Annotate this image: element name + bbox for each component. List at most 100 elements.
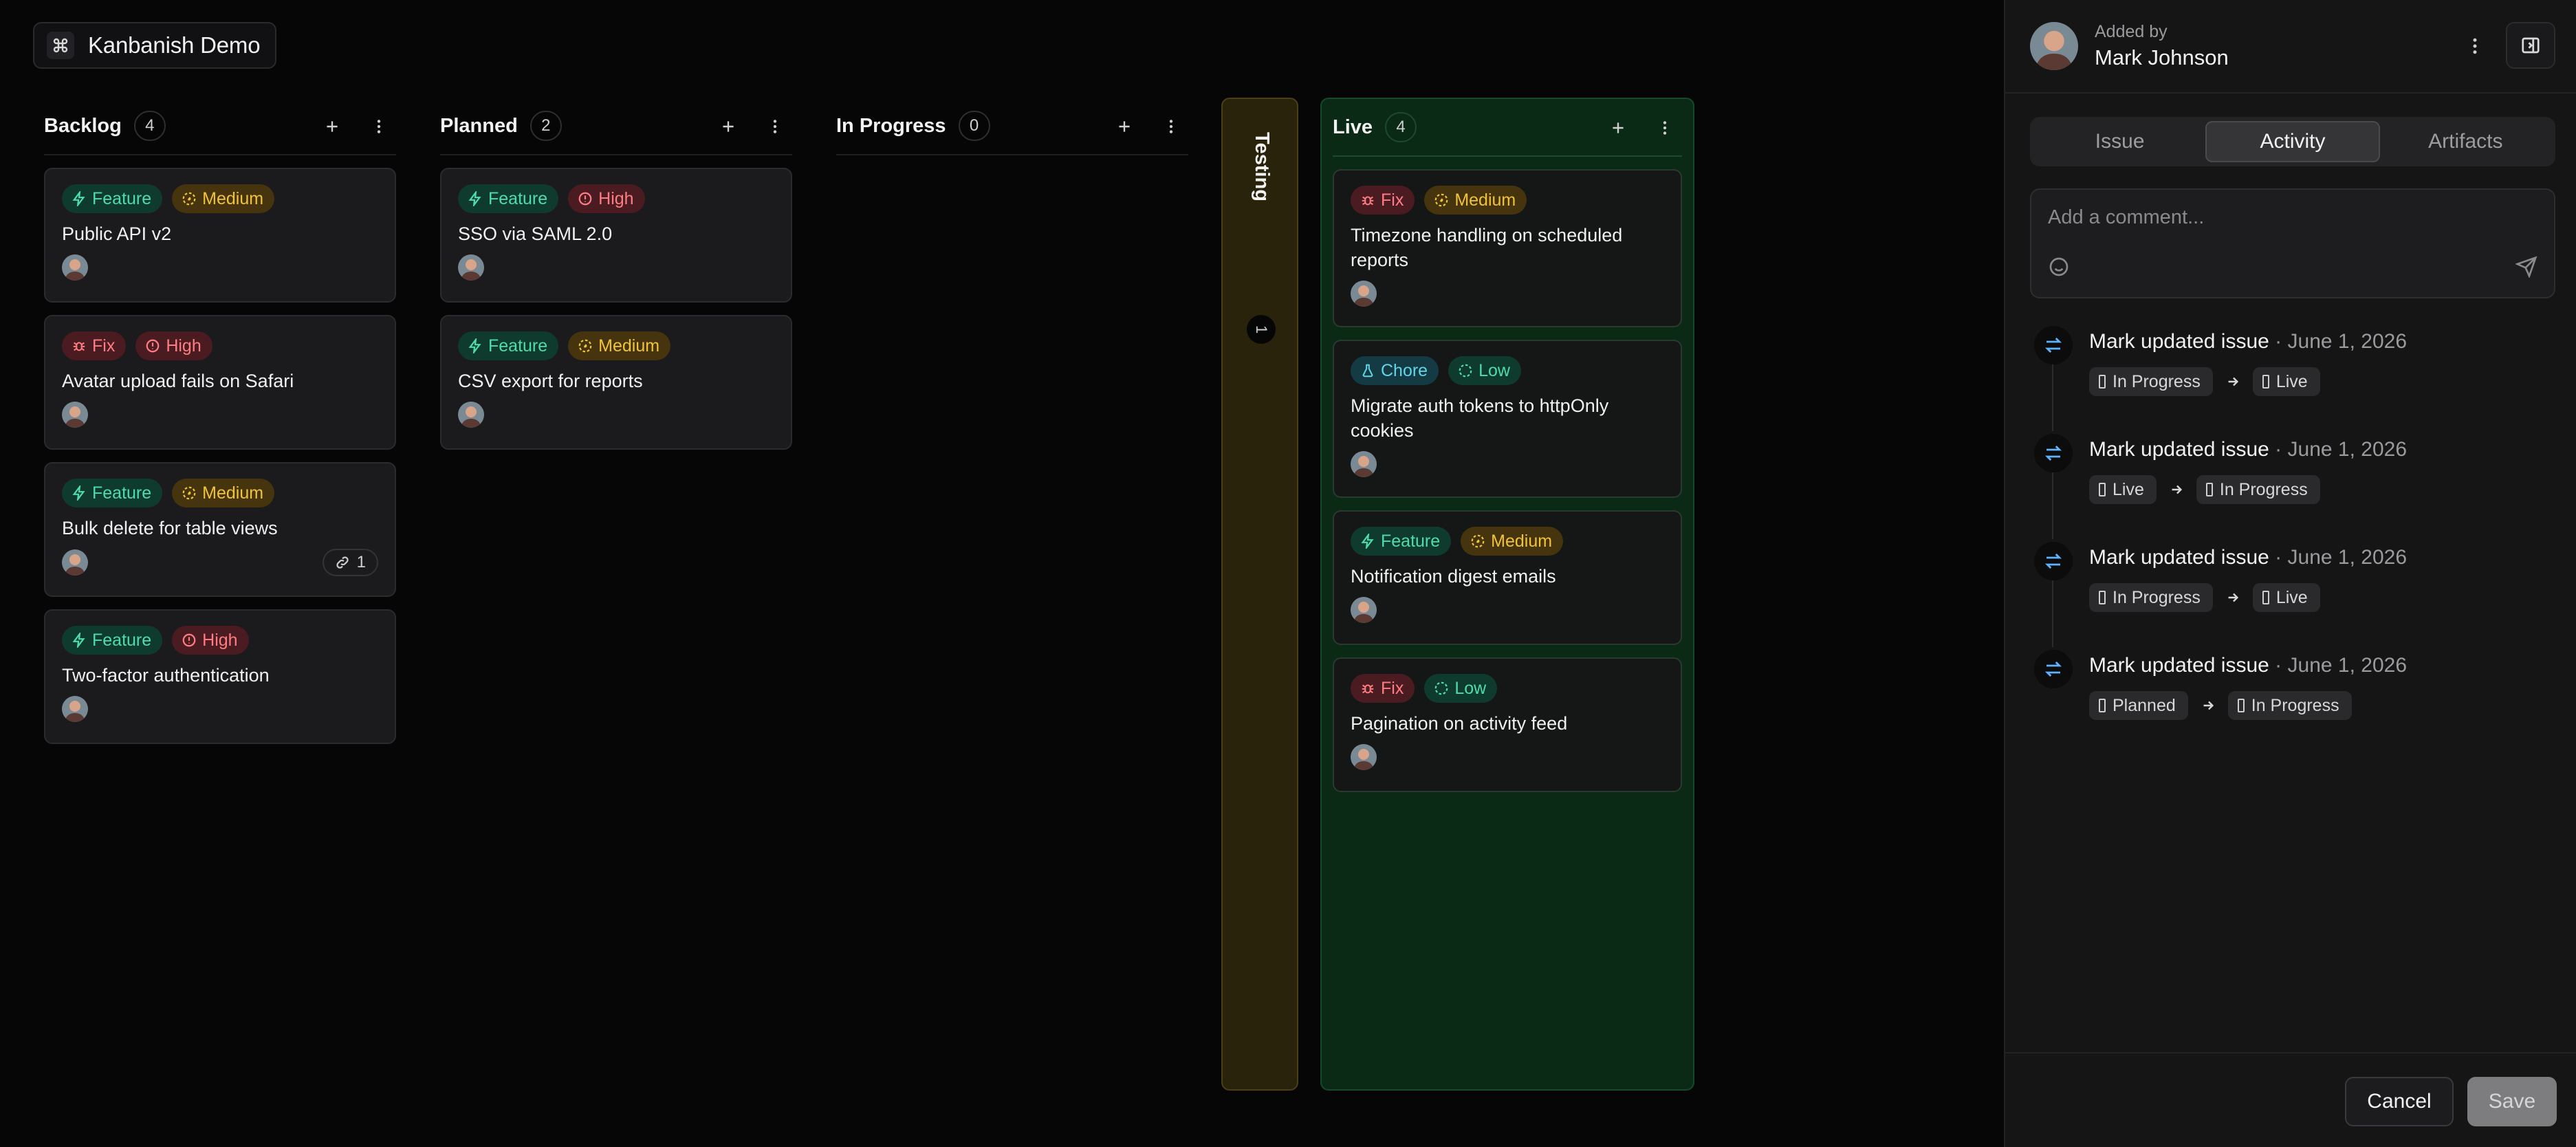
priority-tag: High <box>568 184 645 213</box>
tab-issue[interactable]: Issue <box>2034 121 2205 162</box>
swap-arrows-icon <box>2034 542 2073 580</box>
more-vertical-icon[interactable] <box>2465 36 2485 56</box>
tab-artifacts[interactable]: Artifacts <box>2380 121 2551 162</box>
issue-card[interactable]: Feature High SSO via SAML 2.0 <box>440 168 792 303</box>
dashed-circle-icon <box>1459 364 1472 378</box>
avatar <box>62 254 88 281</box>
links-badge[interactable]: 1 <box>322 549 378 576</box>
alert-circle-icon <box>146 339 160 353</box>
plus-icon[interactable] <box>322 116 342 137</box>
card-title: Timezone handling on scheduled reports <box>1351 225 1623 270</box>
column-title: Live <box>1333 116 1373 138</box>
priority-tag: Medium <box>1424 186 1527 215</box>
column-count: 1 <box>1247 315 1276 344</box>
command-icon <box>47 32 74 59</box>
avatar <box>1351 281 1377 307</box>
comment-box <box>2030 188 2555 298</box>
timeline-line <box>2052 472 2053 539</box>
dashed-circle-icon <box>1471 534 1485 548</box>
column-count: 2 <box>530 111 562 141</box>
column-count: 0 <box>958 111 990 141</box>
type-tag: Chore <box>1351 356 1439 385</box>
column-header: In Progress 0 <box>836 98 1188 155</box>
panel-footer: Cancel Save <box>2005 1052 2576 1147</box>
arrow-right-icon <box>2224 373 2242 391</box>
more-vertical-icon[interactable] <box>369 116 389 137</box>
activity-item: Mark updated issue · June 1, 2026 In Pro… <box>2030 539 2555 647</box>
column-count: 4 <box>1385 112 1417 142</box>
activity-text: Mark updated issue · June 1, 2026 <box>2089 330 2407 353</box>
panel-right-icon <box>2522 37 2540 54</box>
tab-activity[interactable]: Activity <box>2205 121 2380 162</box>
column-planned: Planned 2 Feature High SSO via SAML 2.0 … <box>440 98 792 450</box>
column-count: 4 <box>133 111 166 141</box>
cancel-button[interactable]: Cancel <box>2345 1077 2454 1126</box>
issue-card[interactable]: Fix Medium Timezone handling on schedule… <box>1333 169 1682 327</box>
type-tag: Feature <box>1351 527 1452 556</box>
panel-header: Added by Mark Johnson <box>2005 0 2576 94</box>
comment-input[interactable] <box>2048 202 2529 232</box>
column-title: In Progress <box>836 114 946 137</box>
plus-icon[interactable] <box>718 116 739 137</box>
added-by-label: Added by <box>2095 22 2168 41</box>
type-tag: Feature <box>62 626 163 655</box>
issue-card[interactable]: Feature High Two-factor authentication <box>44 609 396 744</box>
column-testing-collapsed[interactable]: Testing 1 <box>1221 98 1298 1091</box>
column-header: Backlog 4 <box>44 98 396 155</box>
type-tag: Fix <box>62 331 127 360</box>
avatar <box>1351 597 1377 623</box>
priority-tag: Low <box>1448 356 1521 385</box>
alert-circle-icon <box>182 633 196 647</box>
dashed-circle-icon <box>182 192 196 206</box>
card-title: Notification digest emails <box>1351 566 1556 587</box>
timeline-line <box>2052 580 2053 647</box>
card-title: SSO via SAML 2.0 <box>458 223 613 244</box>
author-name: Mark Johnson <box>2095 45 2229 69</box>
issue-side-panel: Added by Mark Johnson Issue Activity Art… <box>2004 0 2576 1147</box>
avatar <box>458 402 484 428</box>
priority-tag: Low <box>1424 674 1498 703</box>
issue-card[interactable]: Feature Medium Notification digest email… <box>1333 510 1682 645</box>
status-chip-to: Live <box>2252 367 2320 396</box>
issue-card[interactable]: Chore Low Migrate auth tokens to httpOnl… <box>1333 340 1682 498</box>
plus-icon[interactable] <box>1114 116 1135 137</box>
zap-icon <box>468 191 481 206</box>
avatar <box>2030 22 2078 70</box>
more-vertical-icon[interactable] <box>765 116 785 137</box>
more-vertical-icon[interactable] <box>1655 118 1675 138</box>
activity-item: Mark updated issue · June 1, 2026 In Pro… <box>2030 323 2555 431</box>
send-icon[interactable] <box>2515 256 2537 281</box>
dashed-circle-icon <box>1434 193 1448 207</box>
issue-card[interactable]: Feature Medium Public API v2 <box>44 168 396 303</box>
bug-icon <box>1362 684 1374 694</box>
activity-feed: Mark updated issue · June 1, 2026 In Pro… <box>2030 323 2555 755</box>
priority-tag: Medium <box>172 184 275 213</box>
smile-icon[interactable] <box>2048 256 2070 281</box>
arrow-right-icon <box>2199 697 2217 714</box>
priority-tag: Medium <box>1461 527 1564 556</box>
workspace-switcher[interactable]: Kanbanish Demo <box>33 22 277 69</box>
avatar <box>1351 451 1377 477</box>
save-button[interactable]: Save <box>2467 1077 2557 1126</box>
issue-card[interactable]: Fix Low Pagination on activity feed <box>1333 657 1682 792</box>
avatar <box>62 402 88 428</box>
status-chip-from: In Progress <box>2089 367 2213 396</box>
swap-arrows-icon <box>2034 650 2073 688</box>
collapse-panel-button[interactable] <box>2506 22 2555 69</box>
activity-text: Mark updated issue · June 1, 2026 <box>2089 654 2407 677</box>
issue-card[interactable]: Feature Medium CSV export for reports <box>440 315 792 450</box>
status-chip-to: Live <box>2252 583 2320 612</box>
alert-circle-icon <box>578 192 592 206</box>
more-vertical-icon[interactable] <box>1161 116 1181 137</box>
status-chip-to: In Progress <box>2196 475 2320 504</box>
issue-card[interactable]: Fix High Avatar upload fails on Safari <box>44 315 396 450</box>
link-icon <box>336 556 349 569</box>
column-in-progress: In Progress 0 <box>836 98 1188 155</box>
swap-arrows-icon <box>2034 326 2073 364</box>
issue-card[interactable]: Feature Medium Bulk delete for table vie… <box>44 462 396 597</box>
type-tag: Feature <box>62 479 163 507</box>
priority-tag: High <box>135 331 212 360</box>
card-title: Pagination on activity feed <box>1351 713 1568 734</box>
plus-icon[interactable] <box>1608 118 1628 138</box>
arrow-right-icon <box>2168 481 2185 499</box>
